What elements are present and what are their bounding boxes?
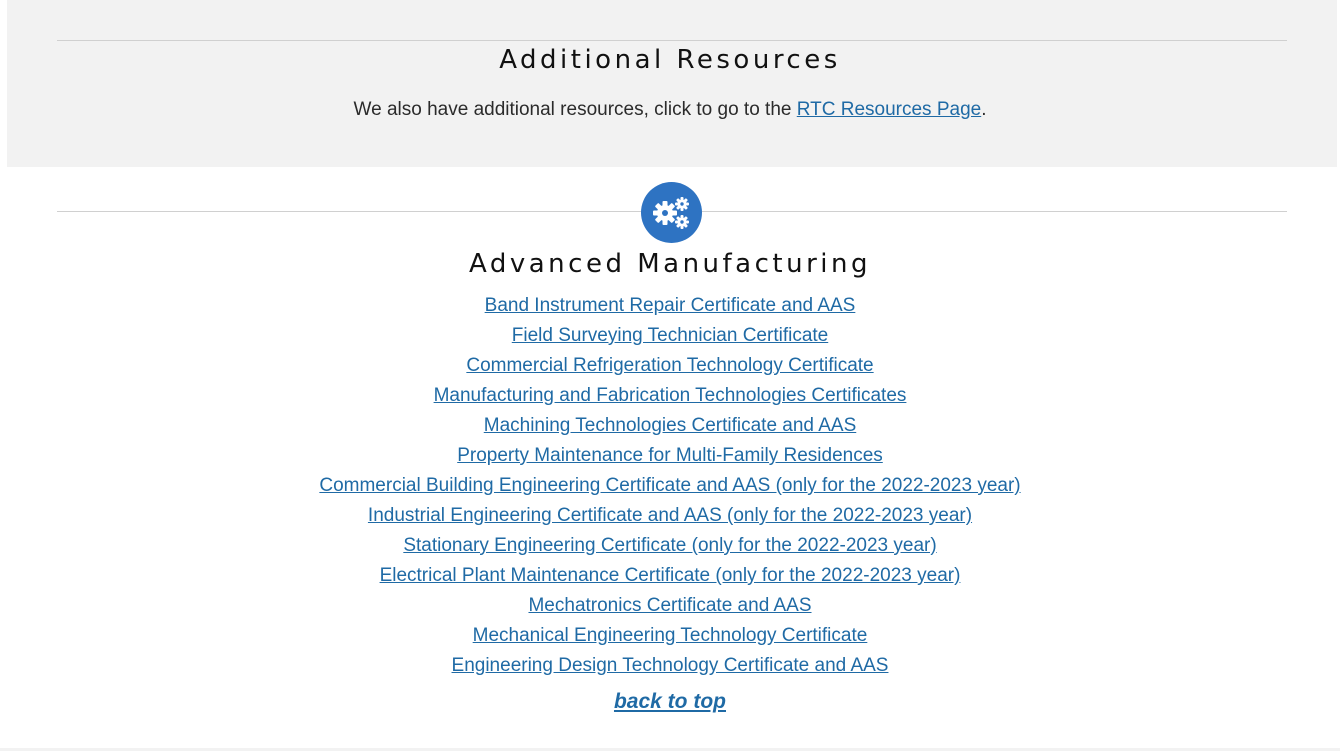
list-item: Property Maintenance for Multi-Family Re…: [0, 442, 1340, 472]
resources-intro-period: .: [981, 99, 987, 120]
program-link[interactable]: Mechatronics Certificate and AAS: [528, 595, 811, 616]
program-link[interactable]: Machining Technologies Certificate and A…: [484, 415, 857, 436]
top-divider: [57, 40, 1287, 41]
program-link[interactable]: Field Surveying Technician Certificate: [512, 325, 828, 346]
list-item: Mechanical Engineering Technology Certif…: [0, 622, 1340, 652]
program-link[interactable]: Commercial Building Engineering Certific…: [319, 475, 1020, 496]
program-link[interactable]: Industrial Engineering Certificate and A…: [368, 505, 972, 526]
gears-icon: [641, 182, 702, 243]
program-link[interactable]: Stationary Engineering Certificate (only…: [403, 535, 936, 556]
program-link[interactable]: Band Instrument Repair Certificate and A…: [485, 295, 856, 316]
list-item: Band Instrument Repair Certificate and A…: [0, 292, 1340, 322]
list-item: Electrical Plant Maintenance Certificate…: [0, 562, 1340, 592]
back-to-top-container: back to top: [0, 690, 1340, 714]
additional-resources-panel: [7, 0, 1337, 167]
back-to-top-link[interactable]: back to top: [614, 690, 726, 713]
list-item: Industrial Engineering Certificate and A…: [0, 502, 1340, 532]
program-link[interactable]: Commercial Refrigeration Technology Cert…: [466, 355, 873, 376]
list-item: Manufacturing and Fabrication Technologi…: [0, 382, 1340, 412]
program-link[interactable]: Manufacturing and Fabrication Technologi…: [434, 385, 907, 406]
list-item: Stationary Engineering Certificate (only…: [0, 532, 1340, 562]
rtc-resources-page-link[interactable]: RTC Resources Page: [797, 99, 981, 120]
list-item: Commercial Refrigeration Technology Cert…: [0, 352, 1340, 382]
advanced-manufacturing-heading: Advanced Manufacturing: [469, 249, 871, 279]
resources-intro: We also have additional resources, click…: [0, 99, 1340, 121]
list-item: Machining Technologies Certificate and A…: [0, 412, 1340, 442]
program-link[interactable]: Electrical Plant Maintenance Certificate…: [380, 565, 961, 586]
list-item: Commercial Building Engineering Certific…: [0, 472, 1340, 502]
list-item: Engineering Design Technology Certificat…: [0, 652, 1340, 682]
additional-resources-heading: Additional Resources: [499, 45, 841, 75]
program-link[interactable]: Property Maintenance for Multi-Family Re…: [457, 445, 883, 466]
list-item: Field Surveying Technician Certificate: [0, 322, 1340, 352]
program-link[interactable]: Engineering Design Technology Certificat…: [452, 655, 889, 676]
program-link[interactable]: Mechanical Engineering Technology Certif…: [473, 625, 868, 646]
resources-intro-text: We also have additional resources, click…: [353, 99, 797, 120]
list-item: Mechatronics Certificate and AAS: [0, 592, 1340, 622]
program-link-list: Band Instrument Repair Certificate and A…: [0, 292, 1340, 682]
